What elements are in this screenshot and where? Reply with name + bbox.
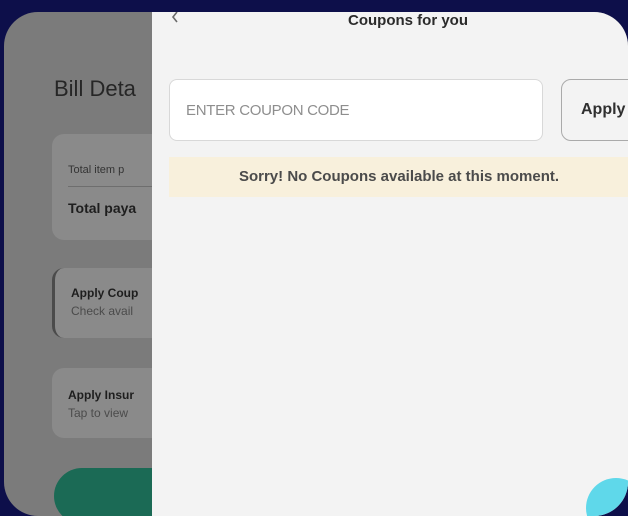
app-frame: Bill Deta Total item p Total paya Apply …: [4, 12, 628, 516]
apply-coupon-title: Apply Coup: [71, 286, 139, 300]
total-item-price-label: Total item p: [68, 164, 125, 176]
apply-button[interactable]: Apply: [561, 79, 628, 141]
coupon-code-input[interactable]: [169, 79, 543, 141]
coupons-sheet: Coupons for you Apply Sorry! No Coupons …: [152, 12, 628, 516]
total-payable-label: Total paya: [68, 200, 137, 216]
apply-coupon-subtitle: Check avail: [71, 304, 134, 318]
bill-details-title: Bill Deta: [54, 76, 136, 101]
no-coupons-notice: Sorry! No Coupons available at this mome…: [169, 157, 628, 197]
apply-insurance-subtitle: Tap to view: [68, 406, 129, 420]
apply-insurance-title: Apply Insur: [68, 388, 135, 402]
sheet-title: Coupons for you: [348, 12, 468, 29]
